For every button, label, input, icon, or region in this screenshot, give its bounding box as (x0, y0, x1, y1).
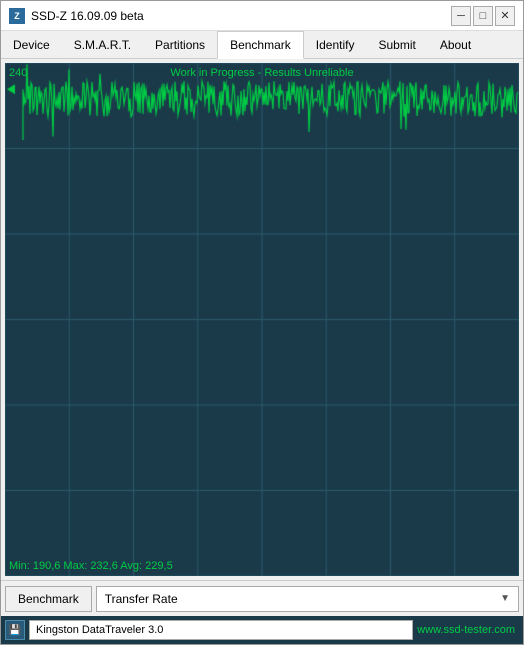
minimize-button[interactable]: ─ (451, 6, 471, 26)
menu-item-identify[interactable]: Identify (304, 31, 367, 58)
menu-item-partitions[interactable]: Partitions (143, 31, 217, 58)
close-button[interactable]: ✕ (495, 6, 515, 26)
menu-item-submit[interactable]: Submit (366, 31, 427, 58)
menu-item-about[interactable]: About (428, 31, 483, 58)
window-title: SSD-Z 16.09.09 beta (31, 9, 451, 23)
dropdown-arrow-icon: ▼ (500, 593, 510, 604)
chart-header: Work in Progress - Results Unreliable (5, 67, 519, 79)
menu-item-device[interactable]: Device (1, 31, 62, 58)
chart-stats: Min: 190,6 Max: 232,6 Avg: 229,5 (9, 560, 173, 572)
menu-bar: Device S.M.A.R.T. Partitions Benchmark I… (1, 31, 523, 59)
menu-item-smart[interactable]: S.M.A.R.T. (62, 31, 143, 58)
chart-canvas (5, 63, 519, 576)
dropdown-value: Transfer Rate (105, 592, 178, 606)
benchmark-button[interactable]: Benchmark (5, 586, 92, 612)
menu-item-benchmark[interactable]: Benchmark (217, 31, 304, 59)
app-icon: Z (9, 8, 25, 24)
transfer-rate-dropdown[interactable]: Transfer Rate ▼ (96, 586, 519, 612)
device-icon: 💾 (5, 620, 25, 640)
status-bar: 💾 Kingston DataTraveler 3.0 www.ssd-test… (1, 616, 523, 644)
window-controls: ─ □ ✕ (451, 6, 515, 26)
website-url: www.ssd-tester.com (417, 624, 519, 636)
benchmark-chart: 240 Work in Progress - Results Unreliabl… (5, 63, 519, 576)
maximize-button[interactable]: □ (473, 6, 493, 26)
main-window: Z SSD-Z 16.09.09 beta ─ □ ✕ Device S.M.A… (0, 0, 524, 645)
title-bar: Z SSD-Z 16.09.09 beta ─ □ ✕ (1, 1, 523, 31)
device-name: Kingston DataTraveler 3.0 (29, 620, 413, 640)
bottom-toolbar: Benchmark Transfer Rate ▼ (1, 580, 523, 616)
